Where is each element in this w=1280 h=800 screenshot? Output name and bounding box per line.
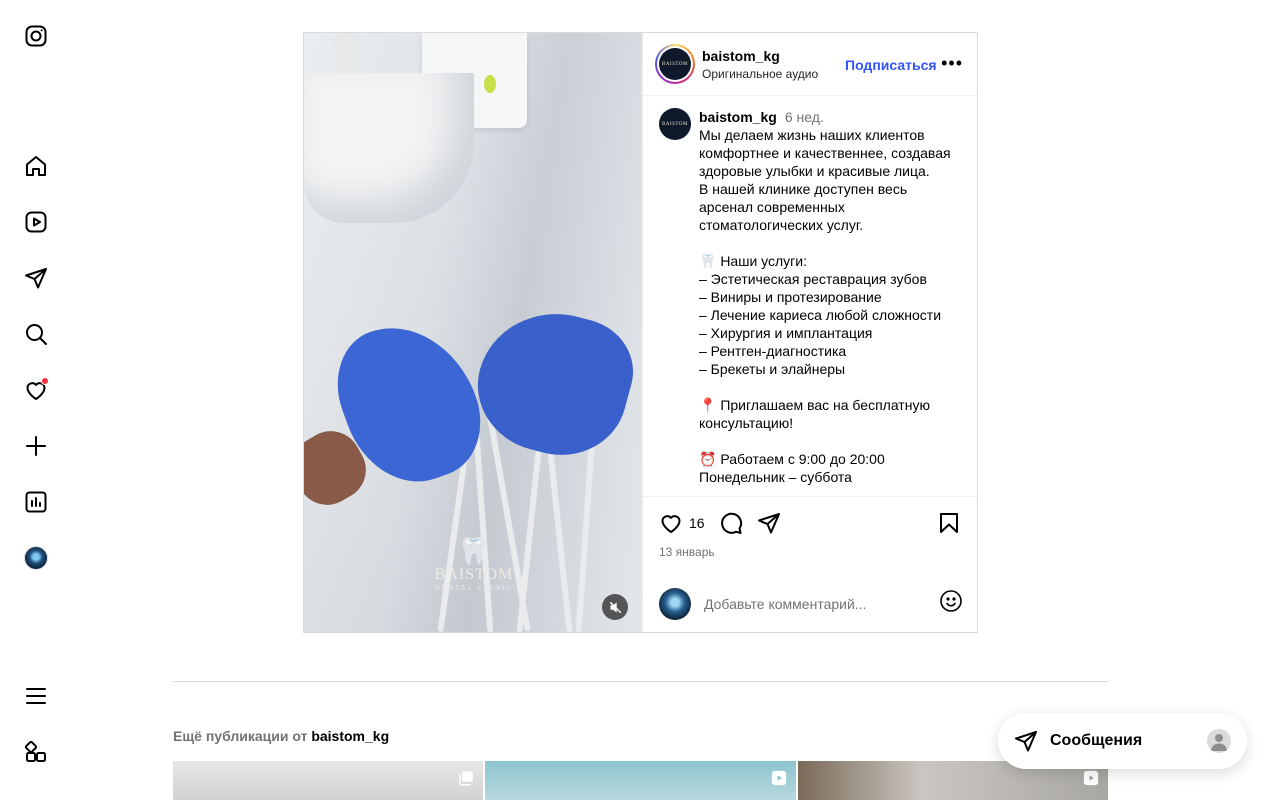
more-publications-grid: [173, 761, 1108, 800]
direct-icon: [1015, 731, 1037, 752]
emoji-picker-button[interactable]: [939, 589, 963, 618]
dental-lamp: [304, 73, 474, 223]
create-icon[interactable]: [22, 432, 50, 460]
left-nav: [0, 0, 72, 800]
caption: baistom_kg 6 нед. Мы делаем жизнь наших к…: [699, 108, 961, 496]
also-from-meta-icon[interactable]: [22, 738, 50, 766]
more-options-icon[interactable]: •••: [941, 54, 963, 72]
dashboard-icon[interactable]: [22, 488, 50, 516]
comment-input[interactable]: [704, 595, 939, 612]
section-divider: [173, 681, 1108, 682]
mute-button[interactable]: [602, 594, 628, 620]
post-video[interactable]: 🦷 BAISTOM DENTAL CLINIC: [304, 33, 642, 632]
messages-avatar: [1207, 729, 1231, 753]
more-publications-heading: Ещё публикации от baistom_kg: [173, 728, 390, 744]
emoji-icon: [940, 590, 962, 612]
notifications-icon[interactable]: [22, 376, 50, 404]
caption-username[interactable]: baistom_kg: [699, 109, 777, 125]
comments-area[interactable]: BAISTOM baistom_kg 6 нед. Мы делаем жизнь…: [643, 96, 977, 496]
reel-icon: [1083, 770, 1099, 786]
reels-icon[interactable]: [22, 208, 50, 236]
reel-icon: [771, 770, 786, 786]
speaker-muted-icon: [609, 601, 621, 613]
notification-dot: [41, 377, 49, 385]
current-user-avatar: [659, 587, 691, 620]
author-username[interactable]: baistom_kg: [702, 48, 818, 64]
comment-icon[interactable]: [719, 511, 743, 535]
like-count[interactable]: 16: [689, 515, 705, 531]
instagram-logo-icon[interactable]: [22, 22, 50, 50]
post-date[interactable]: 13 январь: [659, 545, 961, 559]
menu-icon[interactable]: [22, 682, 50, 710]
more-publications-username[interactable]: baistom_kg: [311, 728, 389, 744]
search-icon[interactable]: [22, 320, 50, 348]
audio-link[interactable]: Оригинальное аудио: [702, 67, 818, 81]
follow-button[interactable]: Подписаться: [845, 57, 937, 73]
caption-time[interactable]: 6 нед.: [785, 109, 824, 125]
caption-author-avatar[interactable]: BAISTOM: [659, 108, 691, 140]
home-icon[interactable]: [22, 152, 50, 180]
carousel-icon: [459, 771, 474, 786]
profile-avatar[interactable]: [22, 544, 50, 572]
comment-box: [643, 582, 977, 632]
like-icon[interactable]: [659, 511, 683, 535]
caption-text: Мы делаем жизнь наших клиентов комфортне…: [699, 127, 951, 485]
direct-icon[interactable]: [22, 264, 50, 292]
share-icon[interactable]: [757, 511, 781, 535]
messages-button[interactable]: Сообщения: [998, 713, 1247, 769]
story-ring[interactable]: BAISTOM: [655, 44, 695, 84]
post-actions: 16 13 январь: [643, 496, 977, 582]
post-card: 🦷 BAISTOM DENTAL CLINIC BAISTOM baistom_…: [303, 32, 978, 633]
post-header: BAISTOM baistom_kg Оригинальное аудио По…: [643, 33, 977, 96]
post-sidebar: BAISTOM baistom_kg Оригинальное аудио По…: [642, 33, 977, 632]
messages-label: Сообщения: [1050, 732, 1143, 749]
clinic-watermark: 🦷 BAISTOM DENTAL CLINIC: [434, 537, 514, 593]
publication-thumb[interactable]: [173, 761, 484, 800]
save-bookmark-icon[interactable]: [937, 511, 961, 535]
publication-thumb[interactable]: [485, 761, 796, 800]
author-avatar: BAISTOM: [659, 48, 691, 80]
